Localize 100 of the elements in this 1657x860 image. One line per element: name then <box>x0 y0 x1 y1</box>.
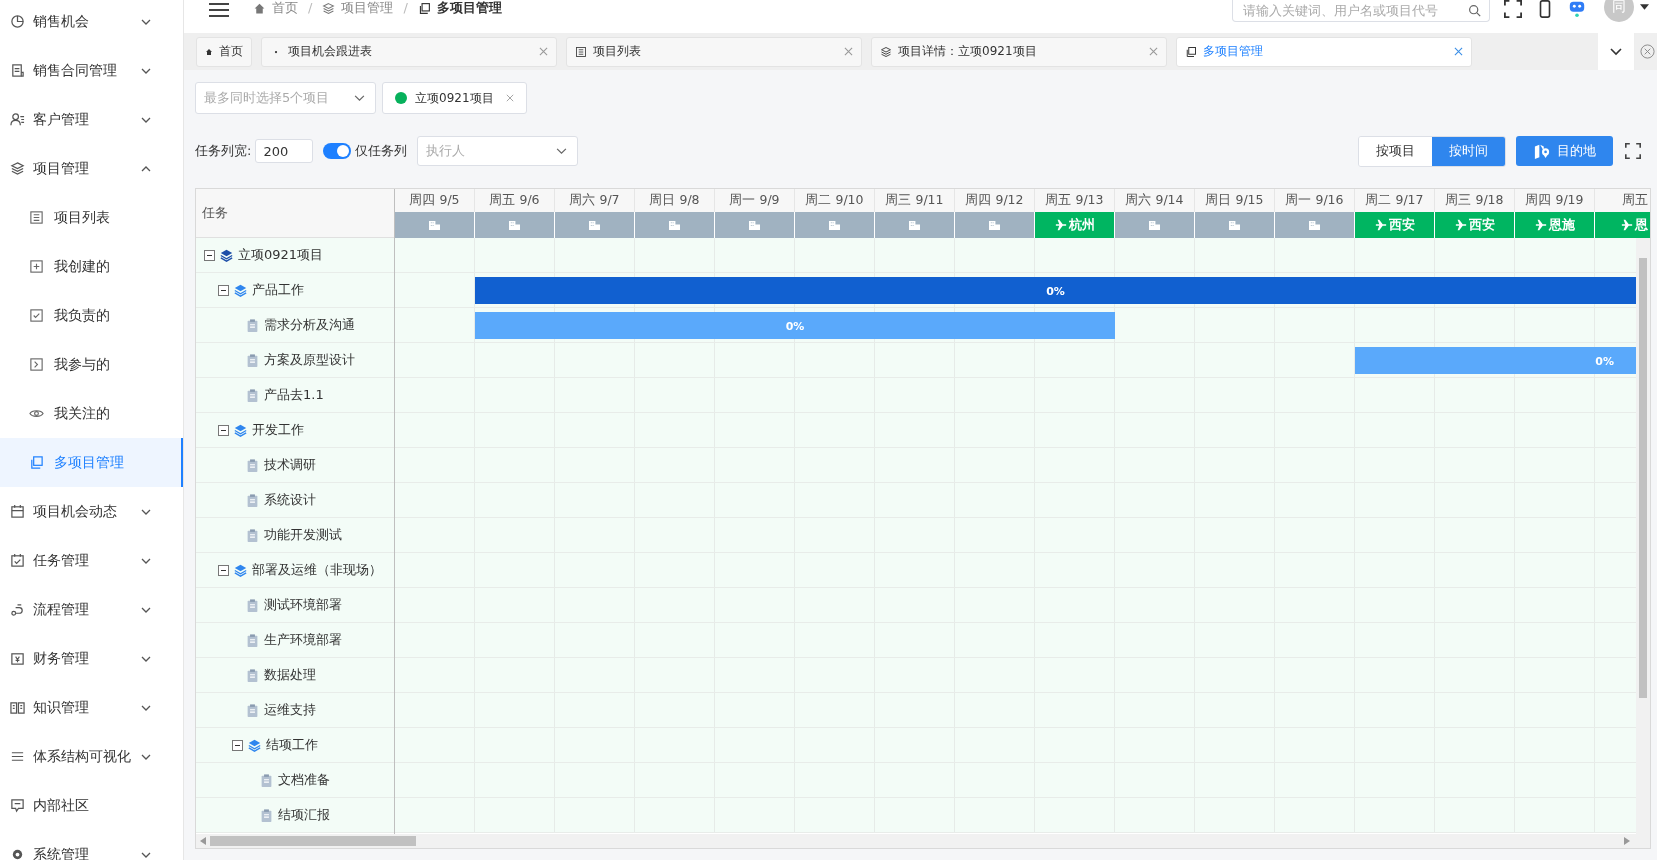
date-header: 周六 9/14 <box>1115 189 1195 212</box>
task-name: 运维支持 <box>264 701 316 719</box>
sidebar-item[interactable]: 多项目管理 <box>0 438 183 487</box>
view-mode-button[interactable]: 按项目 <box>1359 136 1432 166</box>
collapse-icon[interactable] <box>204 249 215 261</box>
collapse-icon[interactable] <box>218 564 229 576</box>
sidebar-item[interactable]: 知识管理 <box>0 683 183 732</box>
task-name: 系统设计 <box>264 491 316 509</box>
airplane-icon <box>1621 219 1633 231</box>
building-icon <box>588 219 601 231</box>
sidebar-item[interactable]: 体系结构可视化 <box>0 732 183 781</box>
close-icon[interactable] <box>1640 44 1655 59</box>
task-name: 结项汇报 <box>278 806 330 824</box>
task-name: 方案及原型设计 <box>264 351 355 369</box>
tab[interactable]: 多项目管理 <box>1176 36 1472 67</box>
task-name: 数据处理 <box>264 666 316 684</box>
task-name: 产品去1.1 <box>264 386 324 404</box>
sidebar-item[interactable]: 销售机会 <box>0 0 183 46</box>
caret-icon[interactable] <box>1640 4 1649 10</box>
view-mode-button[interactable]: 按时间 <box>1432 136 1505 166</box>
building-icon <box>908 219 921 231</box>
clipboard-icon <box>246 598 259 612</box>
clipboard-icon <box>246 493 259 507</box>
project-chip[interactable]: 立项0921项目 <box>382 82 527 114</box>
vertical-scrollbar[interactable] <box>1636 238 1650 834</box>
close-icon[interactable] <box>505 94 514 102</box>
toggle-switch[interactable] <box>323 143 352 159</box>
sidebar-item[interactable]: 我关注的 <box>0 389 183 438</box>
horizontal-scrollbar[interactable] <box>196 834 1650 848</box>
close-icon[interactable] <box>539 47 548 56</box>
breadcrumb-separator: / <box>308 0 313 16</box>
date-header: 周二 9/17 <box>1355 189 1435 212</box>
tab[interactable]: 首页 <box>196 36 252 67</box>
date-header: 周日 9/15 <box>1195 189 1275 212</box>
sidebar-item[interactable]: 项目列表 <box>0 193 183 242</box>
chevron-down-icon <box>354 94 365 102</box>
layers-icon <box>880 45 892 58</box>
home-icon <box>253 2 266 15</box>
task-name: 需求分析及沟通 <box>264 316 355 334</box>
sidebar-item[interactable]: 项目管理 <box>0 144 183 193</box>
task-name: 产品工作 <box>252 281 304 299</box>
sidebar-item[interactable]: 销售合同管理 <box>0 46 183 95</box>
sidebar-item[interactable]: 我负责的 <box>0 291 183 340</box>
menu-icon[interactable] <box>209 3 229 17</box>
tab[interactable]: 项目机会跟进表 <box>261 36 557 67</box>
sidebar-item[interactable]: 内部社区 <box>0 781 183 830</box>
clipboard-icon <box>260 773 273 787</box>
building-icon <box>1148 219 1161 231</box>
tab-menu-button[interactable] <box>1598 33 1635 70</box>
date-header: 周四 9/5 <box>395 189 475 212</box>
sidebar-item[interactable]: 客户管理 <box>0 95 183 144</box>
clipboard-icon <box>246 388 259 402</box>
clipboard-icon <box>246 318 259 332</box>
date-header: 周三 9/18 <box>1435 189 1515 212</box>
book-icon <box>10 700 25 715</box>
breadcrumb-link[interactable]: 首页 <box>272 0 298 16</box>
calendar-icon <box>10 504 25 519</box>
clipboard-icon <box>246 528 259 542</box>
collapse-icon[interactable] <box>218 284 229 296</box>
collapse-icon[interactable] <box>232 739 243 751</box>
width-input[interactable]: 200 <box>255 139 314 163</box>
task-name: 测试环境部署 <box>264 596 342 614</box>
date-header: 周四 9/19 <box>1515 189 1595 212</box>
sidebar-item[interactable]: 我创建的 <box>0 242 183 291</box>
clipboard-icon <box>246 633 259 647</box>
airplane-icon <box>1454 219 1467 231</box>
task-name: 立项0921项目 <box>238 246 324 264</box>
fullscreen-icon[interactable] <box>1625 143 1641 159</box>
airplane-icon <box>1374 219 1387 231</box>
robot-icon[interactable] <box>1568 0 1586 18</box>
close-icon[interactable] <box>1149 47 1158 56</box>
gantt-bar[interactable]: 0% <box>475 277 1636 304</box>
sidebar-item[interactable]: 任务管理 <box>0 536 183 585</box>
clipboard-icon <box>246 703 259 717</box>
task-name: 功能开发测试 <box>264 526 342 544</box>
sidebar-item[interactable]: 项目机会动态 <box>0 487 183 536</box>
close-icon[interactable] <box>1454 47 1463 56</box>
sidebar-item[interactable]: 我参与的 <box>0 340 183 389</box>
breadcrumb-link[interactable]: 多项目管理 <box>436 0 502 16</box>
tab[interactable]: 项目详情：立项0921项目 <box>871 36 1167 67</box>
search-field[interactable]: 请输入关键词、用户名或项目代号 <box>1232 0 1490 22</box>
sidebar-item[interactable]: 财务管理 <box>0 634 183 683</box>
task-name: 文档准备 <box>278 771 330 789</box>
collapse-icon[interactable] <box>218 424 229 436</box>
fullscreen-icon[interactable] <box>1504 0 1522 18</box>
date-header: 周三 9/11 <box>875 189 955 212</box>
tab[interactable]: 项目列表 <box>566 36 862 67</box>
sidebar-item[interactable]: 流程管理 <box>0 585 183 634</box>
date-header: 周一 9/16 <box>1275 189 1355 212</box>
layers-icon <box>234 423 247 437</box>
document-icon <box>10 63 25 78</box>
calendar-check-icon <box>10 553 25 568</box>
breadcrumb-link[interactable]: 项目管理 <box>341 0 394 16</box>
breadcrumb-separator: / <box>403 0 408 16</box>
city-label: 杭州 <box>1068 216 1095 234</box>
sidebar-item[interactable]: 系统管理 <box>0 830 183 860</box>
building-icon <box>428 219 441 231</box>
destination-button[interactable]: 目的地 <box>1516 136 1613 166</box>
person-icon <box>10 112 25 127</box>
close-icon[interactable] <box>844 47 853 56</box>
